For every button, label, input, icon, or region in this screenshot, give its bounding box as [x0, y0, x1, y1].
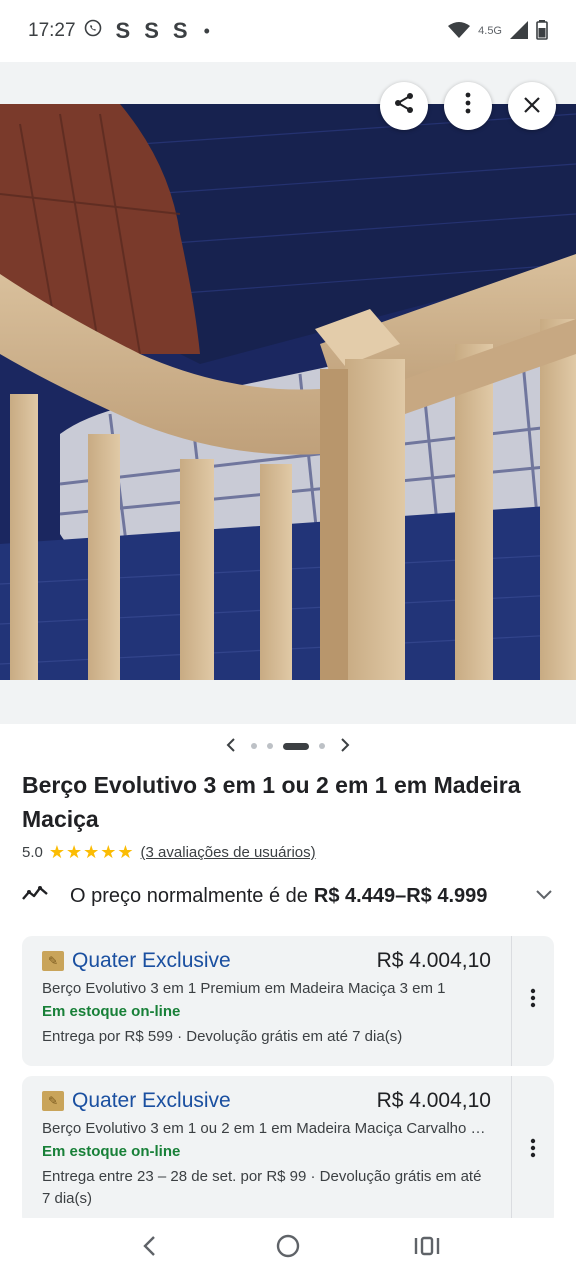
- image-carousel-controls: [0, 736, 576, 756]
- chevron-down-icon[interactable]: [536, 887, 552, 905]
- chevron-left-icon[interactable]: [221, 736, 241, 757]
- trend-icon: [22, 884, 52, 908]
- more-vert-icon: [530, 988, 536, 1014]
- more-vert-icon: [465, 92, 471, 120]
- merchant-name[interactable]: Quater Exclusive: [72, 949, 231, 973]
- carousel-dot[interactable]: [267, 743, 273, 749]
- store-logo-icon: ✎: [42, 951, 64, 971]
- store-logo-icon: ✎: [42, 1091, 64, 1111]
- carousel-dot[interactable]: [319, 743, 325, 749]
- price-history-row[interactable]: O preço normalmente é de R$ 4.449–R$ 4.9…: [22, 880, 552, 912]
- stock-status: Em estoque on-line: [42, 1003, 181, 1020]
- signal-icon: [510, 20, 528, 42]
- offer-more-button[interactable]: [524, 1076, 542, 1226]
- offer-price: R$ 4.004,10: [376, 1089, 491, 1112]
- s-icon: S: [172, 18, 188, 43]
- price-history-label: O preço normalmente é de: [70, 884, 308, 907]
- offer-description: Berço Evolutivo 3 em 1 ou 2 em 1 em Made…: [42, 1120, 491, 1137]
- merchant-name[interactable]: Quater Exclusive: [72, 1089, 231, 1113]
- recents-icon: [414, 1235, 440, 1264]
- share-icon: [393, 92, 415, 120]
- delivery-info: Entrega por R$ 599 · Devolução grátis em…: [42, 1028, 403, 1045]
- carousel-dot[interactable]: [251, 743, 257, 749]
- offer-card[interactable]: ✎ Quater Exclusive R$ 4.004,10 Berço Evo…: [22, 936, 554, 1066]
- s-icon: S: [115, 18, 131, 43]
- offer-more-button[interactable]: [524, 936, 542, 1066]
- close-button[interactable]: [508, 82, 556, 130]
- more-options-button[interactable]: [444, 82, 492, 130]
- home-button[interactable]: [258, 1229, 318, 1269]
- offer-price: R$ 4.004,10: [376, 949, 491, 972]
- close-icon: [524, 93, 540, 119]
- reviews-link[interactable]: (3 avaliações de usuários): [141, 844, 316, 861]
- delivery-info: Entrega entre 23 – 28 de set. por R$ 99 …: [42, 1168, 482, 1207]
- star-rating-icon: ★★★★★: [48, 842, 135, 862]
- offer-card[interactable]: ✎ Quater Exclusive R$ 4.004,10 Berço Evo…: [22, 1076, 554, 1226]
- product-title: Berço Evolutivo 3 em 1 ou 2 em 1 em Made…: [22, 772, 521, 832]
- recents-button[interactable]: [397, 1229, 457, 1269]
- network-label: 4.5G: [478, 25, 502, 37]
- more-vert-icon: [530, 1138, 536, 1164]
- chevron-right-icon[interactable]: [335, 736, 355, 757]
- rating-value: 5.0: [22, 844, 43, 861]
- product-image[interactable]: [0, 104, 576, 680]
- dot-icon: •: [203, 20, 210, 41]
- product-gallery[interactable]: [0, 62, 576, 724]
- battery-icon: [536, 19, 548, 43]
- system-nav-bar: [0, 1218, 576, 1280]
- offer-description: Berço Evolutivo 3 em 1 Premium em Madeir…: [42, 980, 446, 997]
- status-time: 17:27: [28, 20, 76, 41]
- offer-details[interactable]: ✎ Quater Exclusive R$ 4.004,10 Berço Evo…: [22, 936, 512, 1066]
- back-icon: [142, 1235, 156, 1264]
- price-history-range: R$ 4.449–R$ 4.999: [313, 884, 488, 907]
- wifi-icon: [448, 21, 471, 41]
- rating-row: 5.0 ★★★★★ (3 avaliações de usuários): [22, 842, 316, 863]
- offer-details[interactable]: ✎ Quater Exclusive R$ 4.004,10 Berço Evo…: [22, 1076, 512, 1226]
- s-icon: S: [144, 18, 159, 43]
- back-button[interactable]: [119, 1229, 179, 1269]
- whatsapp-icon: [84, 19, 102, 43]
- stock-status: Em estoque on-line: [42, 1143, 181, 1160]
- share-button[interactable]: [380, 82, 428, 130]
- home-icon: [276, 1234, 300, 1265]
- status-bar: 17:27 S S S • 4.5G: [0, 0, 576, 62]
- carousel-dot-active[interactable]: [283, 742, 309, 750]
